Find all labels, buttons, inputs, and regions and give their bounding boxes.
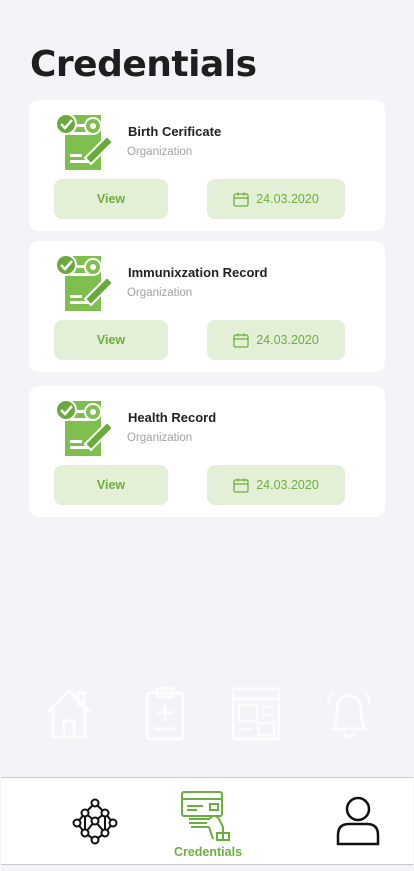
credential-date: 24.03.2020 xyxy=(256,192,319,206)
user-icon xyxy=(336,796,380,846)
credential-organization: Organization xyxy=(127,432,193,444)
date-badge[interactable]: 24.03.2020 xyxy=(207,179,345,219)
nav-item-credentials[interactable]: Credentials xyxy=(166,778,250,866)
nav-item-profile[interactable] xyxy=(333,778,383,866)
credential-card[interactable]: Birth Cerificate Organization View 24.03… xyxy=(29,100,385,231)
network-icon xyxy=(72,798,118,845)
credential-title: Immunixzation Record xyxy=(128,265,268,280)
credential-card[interactable]: Immunixzation Record Organization View 2… xyxy=(29,241,385,372)
calendar-icon xyxy=(233,478,249,493)
view-button[interactable]: View xyxy=(54,465,168,505)
bell-icon xyxy=(327,690,371,739)
credential-organization: Organization xyxy=(127,287,193,299)
credential-date: 24.03.2020 xyxy=(256,478,319,492)
credential-title: Birth Cerificate xyxy=(128,124,222,139)
nav-label-credentials: Credentials xyxy=(173,845,243,859)
credential-title: Health Record xyxy=(128,410,217,425)
faded-icon-row xyxy=(0,685,414,747)
credential-date: 24.03.2020 xyxy=(256,333,319,347)
browser-window-icon xyxy=(231,687,281,741)
certificate-document-icon xyxy=(55,254,115,311)
date-badge[interactable]: 24.03.2020 xyxy=(207,320,345,360)
nav-item-network[interactable] xyxy=(67,778,123,866)
view-button[interactable]: View xyxy=(54,320,168,360)
certificate-document-icon xyxy=(55,113,115,170)
card-in-hand-icon xyxy=(181,791,230,841)
credential-card[interactable]: Health Record Organization View 24.03.20… xyxy=(29,386,385,517)
bottom-nav: Credentials xyxy=(1,777,413,865)
date-badge[interactable]: 24.03.2020 xyxy=(207,465,345,505)
credential-organization: Organization xyxy=(127,146,193,158)
view-button[interactable]: View xyxy=(54,179,168,219)
certificate-document-icon xyxy=(55,399,115,456)
clipboard-medical-icon xyxy=(145,686,185,741)
calendar-icon xyxy=(233,192,249,207)
calendar-icon xyxy=(233,333,249,348)
home-icon xyxy=(45,688,93,739)
page-title: Credentials xyxy=(30,44,257,85)
